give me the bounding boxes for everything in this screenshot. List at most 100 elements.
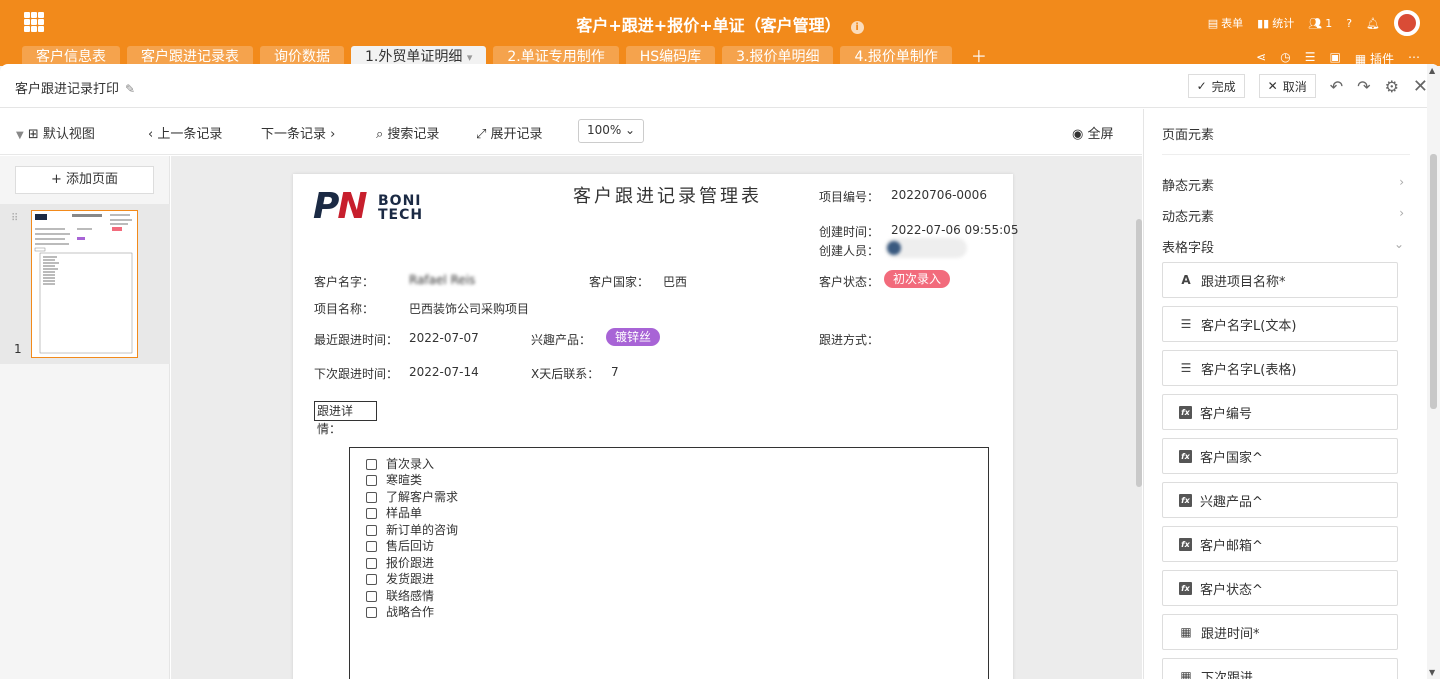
creator-label[interactable]: 创建人员： [819, 242, 879, 259]
done-button[interactable]: ✓ 完成 [1187, 74, 1245, 98]
field-customer-email[interactable]: fx 客户邮箱^ [1162, 526, 1398, 562]
static-elements-section[interactable]: 静态元素 › [1162, 175, 1404, 194]
checkbox-icon[interactable] [366, 557, 377, 569]
gear-icon[interactable]: ⚙ [1385, 77, 1399, 96]
creator-value[interactable] [885, 238, 967, 258]
scroll-up-icon[interactable]: ▲ [1429, 66, 1435, 75]
field-customer-no[interactable]: fx 客户编号 [1162, 394, 1398, 430]
checkbox-icon[interactable] [366, 540, 377, 552]
last-follow-label[interactable]: 最近跟进时间： [314, 331, 398, 348]
checkbox-item[interactable]: 样品单 [366, 506, 422, 520]
checkbox-item[interactable]: 首次录入 [366, 457, 434, 471]
checkbox-item[interactable]: 寒暄类 [366, 473, 422, 487]
x-days-value[interactable]: 7 [611, 365, 619, 379]
checkbox-icon[interactable] [366, 573, 377, 585]
bell-icon[interactable]: 🔔︎ [1366, 17, 1380, 30]
project-no-value[interactable]: 20220706-0006 [891, 188, 987, 202]
created-time-label[interactable]: 创建时间： [819, 223, 879, 240]
view-selector[interactable]: ▼ ⊞ 默认视图 [16, 123, 95, 142]
x-days-label[interactable]: X天后联系： [531, 365, 599, 382]
cancel-button[interactable]: ✕ 取消 [1258, 74, 1316, 98]
checkbox-icon[interactable] [366, 590, 377, 602]
template-name[interactable]: 客户跟进记录打印 ✎ [15, 78, 135, 97]
members-button[interactable]: 👥︎ 1 [1308, 17, 1332, 30]
last-follow-value[interactable]: 2022-07-07 [409, 331, 479, 345]
customer-country-label[interactable]: 客户国家： [589, 273, 649, 290]
calendar-icon: ▦ [1180, 625, 1192, 639]
checkbox-item[interactable]: 战略合作 [366, 605, 434, 619]
table-fields-section[interactable]: 表格字段 ⌄ [1162, 237, 1404, 256]
add-page-button[interactable]: + 添加页面 [15, 166, 154, 194]
follow-method-label[interactable]: 跟进方式： [819, 331, 879, 348]
checkbox-icon[interactable] [366, 507, 377, 519]
interest-badge[interactable]: 镀锌丝 [606, 328, 661, 346]
page-number: 1 [14, 342, 22, 356]
next-follow-label[interactable]: 下次跟进时间： [314, 365, 398, 382]
panel-scrollbar[interactable]: ▲ ▼ [1427, 64, 1440, 679]
chevron-right-icon: › [1399, 206, 1404, 220]
panel-title: 页面元素 [1162, 128, 1215, 143]
zoom-select[interactable]: 100% ⌄ [578, 119, 644, 143]
next-follow-value[interactable]: 2022-07-14 [409, 365, 479, 379]
customer-name-value[interactable]: Rafael Reis [409, 273, 475, 287]
stats-button[interactable]: ▮▮ 统计 [1257, 15, 1294, 31]
field-interest-product[interactable]: fx 兴趣产品^ [1162, 482, 1398, 518]
scrollbar-thumb[interactable] [1430, 154, 1437, 409]
field-customer-country[interactable]: fx 客户国家^ [1162, 438, 1398, 474]
checkbox-icon[interactable] [366, 458, 377, 470]
avatar[interactable] [1394, 10, 1420, 36]
scroll-down-icon[interactable]: ▼ [1429, 668, 1435, 677]
follow-detail-label[interactable]: 跟进详情： [314, 401, 377, 436]
checkbox-item[interactable]: 了解客户需求 [366, 490, 458, 504]
customer-status-label[interactable]: 客户状态： [819, 273, 879, 290]
checkbox-icon[interactable] [366, 474, 377, 486]
redo-icon[interactable]: ↷ [1357, 77, 1370, 96]
page-item[interactable]: ⠿ 1 [0, 204, 170, 364]
checkbox-item[interactable]: 售后回访 [366, 539, 434, 553]
checkbox-item[interactable]: 报价跟进 [366, 556, 434, 570]
customer-country-value[interactable]: 巴西 [663, 273, 687, 290]
design-canvas[interactable]: PN BONI TECH 客户跟进记录管理表 项目编号： 20220706-000… [171, 156, 1142, 679]
project-no-label[interactable]: 项目编号： [819, 188, 879, 205]
checkbox-item[interactable]: 发货跟进 [366, 572, 434, 586]
created-time-value[interactable]: 2022-07-06 09:55:05 [891, 223, 1018, 237]
field-customer-status[interactable]: fx 客户状态^ [1162, 570, 1398, 606]
checkbox-item[interactable]: 联络感情 [366, 589, 434, 603]
field-project-name[interactable]: A 跟进项目名称* [1162, 262, 1398, 298]
close-editor-icon[interactable]: ✕ [1413, 76, 1428, 97]
dynamic-elements-section[interactable]: 动态元素 › [1162, 206, 1404, 225]
customer-name-label[interactable]: 客户名字： [314, 273, 374, 290]
checkbox-icon[interactable] [366, 491, 377, 503]
field-customer-name-table[interactable]: ☰ 客户名字L(表格) [1162, 350, 1398, 386]
help-icon[interactable]: ? [1346, 17, 1352, 30]
pencil-icon[interactable]: ✎ [125, 82, 135, 96]
page-thumbnail[interactable] [31, 210, 138, 358]
status-badge[interactable]: 初次录入 [884, 270, 951, 288]
project-name-value[interactable]: 巴西装饰公司采购项目 [409, 300, 529, 317]
prev-record-button[interactable]: ‹ 上一条记录 [148, 123, 222, 142]
company-logo[interactable]: PN [313, 188, 368, 226]
info-icon[interactable]: i [850, 21, 864, 34]
checkbox-icon[interactable] [366, 524, 377, 536]
canvas-scrollbar[interactable] [1136, 219, 1142, 487]
checkbox-item[interactable]: 新订单的咨询 [366, 523, 458, 537]
field-follow-time[interactable]: ▦ 跟进时间* [1162, 614, 1398, 650]
field-next-follow[interactable]: ▦ 下次跟进 [1162, 658, 1398, 679]
follow-checklist[interactable]: 首次录入 寒暄类 了解客户需求 样品单 新订单的咨询 售后回访 报价跟进 发货跟… [349, 447, 989, 679]
drag-handle-icon[interactable]: ⠿ [11, 214, 18, 224]
project-name-label[interactable]: 项目名称： [314, 300, 374, 317]
form-button[interactable]: ▤ 表单 [1208, 15, 1243, 31]
expand-record-button[interactable]: ⤢ 展开记录 [476, 123, 543, 142]
undo-icon[interactable]: ↶ [1330, 77, 1343, 96]
print-page[interactable]: PN BONI TECH 客户跟进记录管理表 项目编号： 20220706-000… [293, 174, 1018, 679]
search-record-button[interactable]: ⌕ 搜索记录 [376, 123, 439, 142]
interest-label[interactable]: 兴趣产品： [531, 331, 591, 348]
apps-grid-icon[interactable] [24, 12, 44, 32]
check-icon: ✓ [1196, 79, 1207, 93]
field-customer-name-text[interactable]: ☰ 客户名字L(文本) [1162, 306, 1398, 342]
checkbox-icon[interactable] [366, 606, 377, 618]
print-template-editor: 客户跟进记录打印 ✎ ✓ 完成 ✕ 取消 ↶ ↷ ⚙ ✕ ▼ ⊞ 默认视图 ‹ 上一条… [0, 64, 1440, 679]
document-title[interactable]: 客户跟进记录管理表 [573, 182, 762, 208]
next-record-button[interactable]: 下一条记录 › [261, 123, 335, 142]
fullscreen-button[interactable]: ◉ 全屏 [1072, 123, 1114, 142]
